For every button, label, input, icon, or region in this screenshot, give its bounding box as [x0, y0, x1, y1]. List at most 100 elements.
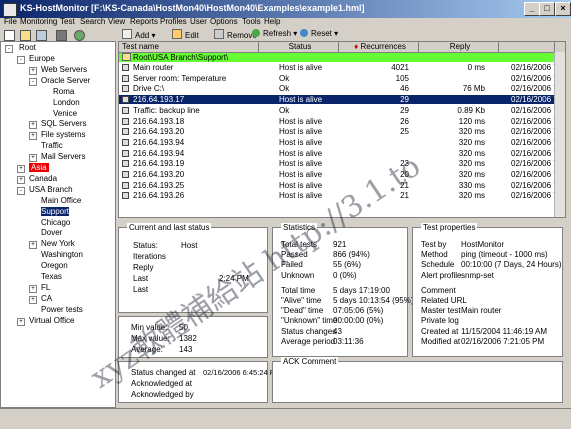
reset-button[interactable]: Reset ▾ [300, 29, 338, 40]
expand-icon[interactable]: + [29, 284, 37, 293]
col-test-name[interactable]: Test name [119, 42, 259, 52]
tree-item[interactable]: Chicago [41, 218, 70, 227]
table-row[interactable]: 216.64.193.94 Host is alive 320 ms 02/16/20… [119, 149, 565, 158]
table-row[interactable]: Server room: Temperature Ok 105 02/16/2006 … [119, 74, 565, 83]
collapse-icon[interactable]: - [29, 77, 37, 86]
tree-item[interactable]: Web Servers [41, 65, 87, 74]
maximize-button[interactable]: □ [539, 2, 555, 16]
menu-tools[interactable]: Tools [242, 17, 261, 26]
tree-item[interactable]: USA Branch [29, 185, 73, 194]
cell-status: Ok [279, 84, 290, 94]
tree-item[interactable]: Virtual Office [29, 316, 75, 325]
expand-icon[interactable]: + [17, 165, 25, 173]
menu-profiles[interactable]: Profiles [160, 17, 187, 26]
remove-button[interactable]: Remove [214, 29, 257, 40]
tree-root[interactable]: Root [19, 43, 36, 52]
table-row[interactable]: 216.64.193.20 Host is alive 25 320 ms 02/16/… [119, 127, 565, 136]
tree-item[interactable]: Washington [41, 250, 83, 259]
add-button[interactable]: Add ▾ [122, 29, 155, 40]
cell-last-test: 02/16/2006 7 [511, 73, 558, 83]
tree-item[interactable]: New York [41, 239, 75, 248]
col-last-test[interactable] [499, 42, 555, 52]
ack-comment-panel[interactable]: ACK Comment [272, 357, 563, 403]
cell-status: Host is alive [279, 116, 323, 126]
tree-item[interactable]: Oregon [41, 261, 68, 270]
menu-options[interactable]: Options [210, 17, 238, 26]
expand-icon[interactable]: + [29, 154, 37, 163]
delete-folder-icon[interactable] [56, 30, 67, 41]
col-reply[interactable]: Reply [419, 42, 499, 52]
tree-item[interactable]: Europe [29, 54, 55, 63]
open-folder-icon[interactable] [20, 30, 31, 41]
tree-item[interactable]: Dover [41, 228, 62, 237]
tree-item[interactable]: File systems [41, 130, 85, 139]
menu-user[interactable]: User [190, 17, 207, 26]
tree-item[interactable]: Canada [29, 174, 57, 183]
vertical-scrollbar[interactable] [554, 52, 565, 217]
save-icon[interactable] [36, 30, 47, 41]
group-path-row[interactable]: Root\USA Branch\Support\ [119, 53, 565, 62]
cell-reply: 320 ms [458, 137, 485, 147]
menu-file[interactable]: File [4, 17, 17, 26]
menu-bar: File Monitoring Test Search View Reports… [0, 17, 571, 29]
collapse-icon[interactable]: - [17, 56, 25, 64]
globe-icon[interactable] [74, 30, 85, 41]
menu-search[interactable]: Search [80, 17, 105, 26]
props-label: Schedule [421, 260, 455, 270]
tree-item[interactable]: Roma [53, 87, 74, 96]
cell-recurrences: 25 [400, 127, 409, 137]
table-row[interactable]: Traffic: backup line Ok 29 0.89 Kb 02/16/200… [119, 106, 565, 115]
col-recurrences[interactable]: ♦ Recurrences [339, 42, 419, 52]
add-icon [122, 29, 132, 39]
minimize-button[interactable]: _ [524, 2, 540, 16]
expand-icon[interactable]: + [29, 121, 37, 130]
cell-last-test: 02/16/2006 7 [511, 95, 558, 105]
expand-icon[interactable]: + [29, 241, 37, 250]
refresh-button[interactable]: Refresh ▾ [252, 29, 297, 40]
drop-icon: ♦ [354, 42, 359, 51]
tree-item[interactable]: Oracle Server [41, 76, 90, 85]
test-properties-panel: Test properties Test by HostMonitor Method… [412, 223, 563, 357]
menu-reports[interactable]: Reports [130, 17, 158, 26]
tree-item[interactable]: Venice [53, 109, 77, 118]
tree-item[interactable]: Traffic [41, 141, 63, 150]
expand-icon[interactable]: + [29, 132, 37, 141]
table-row[interactable]: Main router Host is alive 4021 0 ms 02/16/20… [119, 63, 565, 72]
cell-reply: 320 ms [458, 159, 485, 169]
host-icon [122, 106, 129, 114]
expand-icon[interactable]: + [29, 66, 37, 75]
table-row[interactable]: 216.64.193.18 Host is alive 26 120 ms 02/16/… [119, 117, 565, 126]
table-row[interactable]: 216.64.193.20 Host is alive 20 320 ms 02/16/… [119, 170, 565, 179]
table-row[interactable]: 216.64.193.19 Host is alive 23 320 ms 02/16/… [119, 159, 565, 168]
menu-view[interactable]: View [108, 17, 125, 26]
menu-help[interactable]: Help [264, 17, 280, 26]
expand-icon[interactable]: + [17, 317, 25, 326]
cell-recurrences: 29 [400, 95, 409, 105]
menu-test[interactable]: Test [60, 17, 75, 26]
tree-item[interactable]: Support [41, 206, 70, 216]
tree-item[interactable]: Mail Servers [41, 152, 85, 161]
cell-recurrences: 46 [400, 84, 409, 94]
expand-icon[interactable]: + [17, 175, 25, 184]
tree-item[interactable]: Power tests [41, 305, 83, 314]
tree-item[interactable]: Asia [29, 163, 49, 172]
col-status[interactable]: Status [259, 42, 339, 52]
table-row[interactable]: Drive C:\ Ok 46 76 Mb 02/16/2006 7 [119, 84, 565, 93]
cell-test-name: Traffic: backup line [133, 105, 200, 115]
table-row[interactable]: 216.64.193.17 Host is alive 29 02/16/2006 7 [119, 95, 565, 105]
menu-monitoring[interactable]: Monitoring [20, 17, 57, 26]
tree-item[interactable]: Texas [41, 272, 62, 281]
edit-button[interactable]: Edit [172, 29, 199, 40]
collapse-icon[interactable]: - [17, 186, 25, 195]
table-row[interactable]: 216.64.193.94 Host is alive 320 ms 02/16/20… [119, 138, 565, 147]
tree-item[interactable]: CA [41, 294, 52, 303]
tree-item[interactable]: FL [41, 283, 50, 292]
close-button[interactable]: × [555, 2, 571, 16]
collapse-root-icon[interactable]: - [5, 45, 13, 53]
expand-icon[interactable]: + [29, 295, 37, 304]
cell-test-name: Drive C:\ [133, 84, 165, 94]
new-file-icon[interactable] [4, 30, 15, 41]
tree-item[interactable]: Main Office [41, 196, 81, 205]
tree-item[interactable]: SQL Servers [41, 119, 87, 128]
tree-item[interactable]: London [53, 98, 80, 107]
